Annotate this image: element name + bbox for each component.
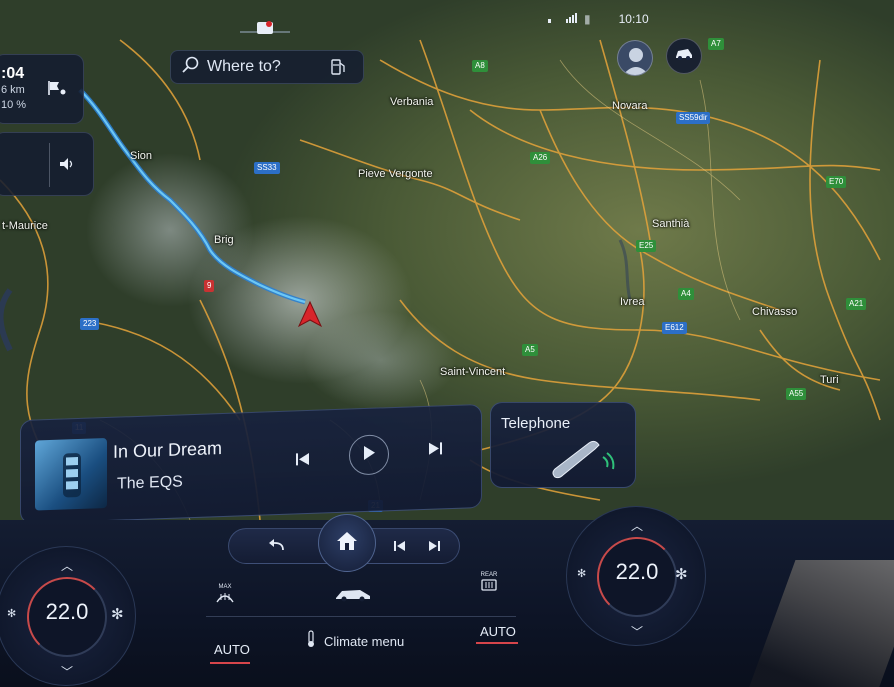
airflow-mode-button[interactable] — [334, 586, 374, 607]
voice-guidance-card[interactable] — [0, 132, 94, 196]
rear-defrost-button[interactable]: REAR — [474, 572, 504, 602]
temp-down-arrow-icon[interactable]: ﹀ — [627, 623, 647, 639]
temp-up-arrow-icon[interactable]: ︿ — [57, 557, 77, 573]
road-shield: A26 — [530, 152, 551, 164]
map-label-sion: Sion — [130, 150, 153, 162]
right-auto-button[interactable]: AUTO — [480, 624, 516, 639]
front-defrost-icon — [215, 591, 235, 608]
fan-high-icon[interactable]: ✻ — [675, 565, 688, 583]
divider — [49, 143, 50, 187]
skip-forward-icon — [427, 441, 443, 461]
map-label-pieve-vergonte: Pieve Vergonte — [358, 168, 433, 180]
climate-menu-label: Climate menu — [324, 634, 405, 649]
media-previous-button[interactable] — [393, 539, 407, 557]
status-bar: ▮ 10:10 — [548, 12, 649, 26]
skip-back-icon — [393, 539, 407, 556]
road-shield: A4 — [678, 288, 694, 300]
telephone-label: Telephone — [501, 415, 571, 432]
telephone-card[interactable]: Telephone — [490, 402, 636, 488]
map-label-ivrea: Ivrea — [620, 296, 645, 308]
route-percent: 10 % — [1, 99, 27, 111]
destination-search-field[interactable]: Where to? — [170, 50, 364, 84]
clock-time: 10:10 — [618, 12, 649, 26]
right-temperature-dial[interactable]: ︿ 22.0 ﹀ ✻ ✻ — [566, 506, 706, 646]
road-shield: SS59dir — [676, 112, 711, 124]
temp-up-arrow-icon[interactable]: ︿ — [627, 517, 647, 533]
max-defrost-button[interactable]: MAX — [210, 584, 240, 614]
car-airflow-icon — [334, 589, 374, 606]
album-cover — [35, 438, 107, 511]
play-icon — [362, 444, 376, 465]
route-summary-card[interactable]: :04 6 km 10 % — [0, 54, 84, 124]
destination-flag-icon — [47, 79, 67, 102]
current-position-marker — [297, 300, 323, 328]
left-auto-indicator — [210, 662, 250, 664]
road-shield: A55 — [786, 388, 807, 400]
home-button[interactable] — [318, 514, 376, 572]
track-artist: The EQS — [117, 473, 183, 493]
car-icon — [674, 47, 694, 66]
fan-high-icon[interactable]: ✻ — [111, 605, 124, 623]
signal-bars-icon — [548, 12, 578, 26]
road-shield: 9 — [204, 280, 215, 292]
user-profile-avatar[interactable] — [617, 40, 653, 76]
previous-track-button[interactable] — [289, 447, 317, 476]
road-shield: A21 — [846, 298, 867, 310]
map-label-chivasso: Chivasso — [752, 306, 798, 318]
track-title: In Our Dream — [113, 438, 223, 462]
media-player-card[interactable]: In Our Dream The EQS — [20, 403, 482, 525]
map-label-brig: Brig — [214, 234, 234, 246]
media-next-button[interactable] — [427, 539, 441, 557]
map-mode-icon[interactable] — [240, 18, 290, 40]
road-shield: A7 — [708, 38, 724, 50]
climate-divider — [206, 616, 516, 617]
map-label-verbania: Verbania — [390, 96, 434, 108]
rear-defrost-icon — [480, 579, 498, 596]
road-shield: SS33 — [254, 162, 280, 174]
road-shield: E70 — [826, 176, 847, 188]
skip-back-icon — [295, 451, 311, 471]
left-auto-button[interactable]: AUTO — [214, 642, 250, 657]
back-button[interactable] — [267, 537, 287, 560]
map-label-torino: Turi — [820, 374, 839, 386]
route-distance: 6 km — [1, 84, 25, 96]
map-label-saint-vincent: Saint-Vincent — [440, 366, 506, 378]
fan-low-icon[interactable]: ✻ — [7, 607, 16, 620]
phone-handset-icon — [549, 439, 619, 486]
skip-forward-icon — [427, 539, 441, 556]
road-shield: E612 — [662, 322, 687, 334]
fan-low-icon[interactable]: ✻ — [577, 567, 586, 580]
home-icon — [336, 531, 358, 556]
next-track-button[interactable] — [421, 436, 449, 465]
temp-down-arrow-icon[interactable]: ﹀ — [57, 663, 77, 679]
map-label-st-maurice: t-Maurice — [2, 220, 48, 232]
back-arrow-icon — [267, 539, 287, 559]
road-shield: 223 — [80, 318, 100, 330]
speaker-icon[interactable] — [59, 157, 75, 176]
vehicle-view-button[interactable] — [666, 38, 702, 74]
climate-menu-button[interactable]: Climate menu — [306, 630, 404, 653]
route-eta: :04 — [1, 65, 25, 82]
right-auto-indicator — [476, 642, 518, 644]
map-label-santhia: Santhià — [652, 218, 690, 230]
fuel-station-icon[interactable] — [323, 52, 353, 82]
road-shield: E25 — [636, 240, 657, 252]
left-temperature-dial[interactable]: ︿ 22.0 ﹀ ✻ ✻ — [0, 546, 136, 686]
road-shield: A8 — [472, 60, 488, 72]
search-icon — [181, 56, 199, 79]
infotainment-screen: Verbania Pieve Vergonte Santhià Chivasso… — [0, 0, 894, 687]
play-button[interactable] — [349, 434, 389, 476]
search-placeholder: Where to? — [207, 58, 281, 75]
status-separator: ▮ — [584, 12, 591, 26]
thermometer-icon — [306, 630, 316, 653]
map-label-novara: Novara — [612, 100, 648, 112]
road-shield: A5 — [522, 344, 538, 356]
